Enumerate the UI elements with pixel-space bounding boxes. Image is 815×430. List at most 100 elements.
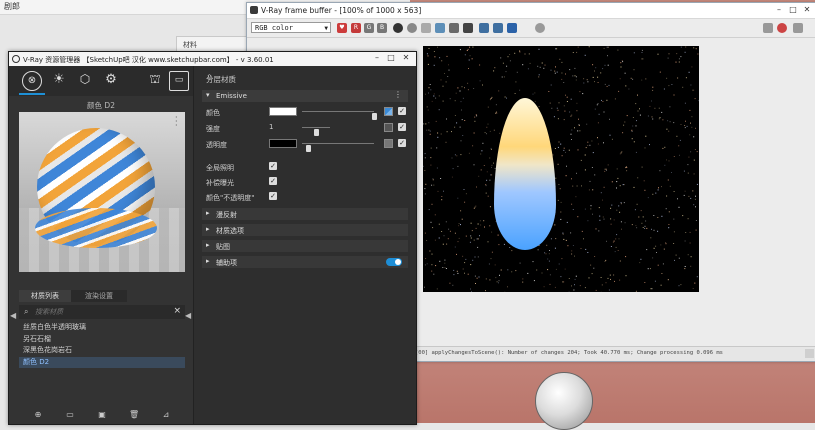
channel-select[interactable]: RGB color ▼ (251, 22, 331, 33)
list-item[interactable]: 丝质白色半透明玻璃 (19, 322, 185, 334)
log-scroll-button[interactable] (805, 349, 814, 358)
create-asset-icon[interactable]: ⛫ (145, 71, 165, 91)
noise-speck (510, 60, 511, 61)
noise-speck (600, 72, 601, 73)
color-swatch[interactable] (269, 107, 297, 116)
track-mouse-icon[interactable] (449, 23, 459, 33)
save-icon[interactable]: ▣ (97, 410, 107, 420)
noise-speck (469, 47, 470, 48)
delete-icon[interactable]: 🗑 (129, 410, 139, 420)
expand-triangle-icon: ▸ (206, 241, 210, 249)
tab-render-settings[interactable]: 渲染设置 (71, 290, 127, 302)
history-icon[interactable] (507, 23, 517, 33)
color-slider[interactable] (302, 111, 374, 112)
compensate-checkbox[interactable]: ✓ (269, 177, 277, 185)
red-channel-button[interactable]: R (351, 23, 361, 33)
close-button[interactable]: ✕ (400, 53, 412, 63)
noise-speck (428, 64, 429, 65)
lights-category-icon[interactable]: ☀ (49, 71, 69, 91)
blue-channel-button[interactable]: B (377, 23, 387, 33)
green-channel-button[interactable]: G (364, 23, 374, 33)
noise-speck (472, 47, 473, 48)
opacity-enable-checkbox[interactable]: ✓ (398, 139, 406, 147)
asset-editor-titlebar[interactable]: V-Ray 资源管理器 【SketchUp吧 汉化 www.sketchupba… (9, 52, 416, 67)
intensity-slider[interactable] (302, 127, 330, 128)
noise-speck (475, 283, 476, 284)
heart-icon[interactable]: ♥ (337, 23, 347, 33)
preview-options-icon[interactable]: ··· (175, 116, 179, 128)
stop-render-icon[interactable] (777, 23, 787, 33)
noise-speck (573, 209, 574, 210)
list-item-selected[interactable]: 颜色 D2 (19, 357, 185, 369)
render-image[interactable] (423, 46, 699, 292)
noise-speck (660, 72, 661, 73)
color-slider-knob[interactable] (372, 113, 377, 120)
search-input[interactable] (35, 306, 165, 317)
material-preview[interactable]: ··· (19, 112, 185, 272)
noise-speck (430, 131, 431, 132)
noise-speck (658, 187, 659, 188)
color-map-button[interactable] (384, 107, 393, 116)
clear-icon[interactable] (421, 23, 431, 33)
clear-search-icon[interactable]: × (173, 306, 181, 316)
add-material-icon[interactable]: ⊕ (33, 410, 43, 420)
list-item[interactable]: 另石石榴 (19, 334, 185, 346)
color-enable-checkbox[interactable]: ✓ (398, 107, 406, 115)
lens-effects-icon[interactable] (535, 23, 545, 33)
maximize-button[interactable]: □ (385, 53, 397, 63)
opacity-slider[interactable] (302, 143, 374, 144)
settings-category-icon[interactable]: ⚙ (101, 71, 121, 91)
region-render-icon[interactable] (463, 23, 473, 33)
noise-speck (599, 114, 600, 115)
noise-speck (576, 110, 577, 111)
intensity-map-button[interactable] (384, 123, 393, 132)
list-item[interactable]: 深黑色花岗岩石 (19, 345, 185, 357)
grid-icon[interactable] (493, 23, 503, 33)
minimize-button[interactable]: – (773, 5, 785, 15)
camera-icon[interactable] (435, 23, 445, 33)
noise-speck (536, 270, 537, 271)
noise-speck (441, 134, 442, 135)
opacity-swatch[interactable] (269, 139, 297, 148)
intensity-enable-checkbox[interactable]: ✓ (398, 123, 406, 131)
close-button[interactable]: ✕ (801, 5, 813, 15)
direct-checkbox[interactable]: ✓ (269, 192, 277, 200)
noise-speck (695, 98, 696, 99)
tab-material-list[interactable]: 材质列表 (19, 290, 71, 302)
render-output-icon[interactable]: ▭ (169, 71, 189, 91)
maximize-button[interactable]: □ (787, 5, 799, 15)
geometry-category-icon[interactable]: ⬡ (75, 71, 95, 91)
open-folder-icon[interactable]: ▭ (65, 410, 75, 420)
collapse-right-icon[interactable]: ◀ (185, 311, 191, 320)
preview-material-name: 颜色 D2 (9, 100, 193, 110)
noise-speck (426, 130, 427, 131)
opacity-slider-knob[interactable] (306, 145, 311, 152)
helpers-toggle[interactable] (386, 258, 402, 266)
intensity-value[interactable]: 1 (269, 123, 273, 131)
diffuse-section[interactable]: ▸ 漫反射 (202, 208, 408, 220)
maps-section[interactable]: ▸ 贴图 (202, 240, 408, 252)
materials-category-icon[interactable]: ⊗ (22, 71, 42, 91)
intensity-slider-knob[interactable] (314, 129, 319, 136)
save-icon[interactable] (407, 23, 417, 33)
noise-speck (594, 71, 595, 72)
noise-speck (697, 151, 698, 152)
options-section[interactable]: ▸ 材质选项 (202, 224, 408, 236)
gi-checkbox[interactable]: ✓ (269, 162, 277, 170)
collapse-left-icon[interactable]: ◀ (10, 311, 16, 320)
section-options-icon[interactable]: ⋮ (394, 90, 402, 99)
export-icon[interactable]: ⇪ (206, 73, 408, 82)
minimize-button[interactable]: – (371, 53, 383, 63)
pin-icon[interactable] (793, 23, 803, 33)
emissive-section-header[interactable]: ▾ Emissive ⋮ (202, 90, 408, 102)
link-icon[interactable] (479, 23, 489, 33)
noise-speck (679, 285, 680, 286)
frame-buffer-titlebar[interactable]: V-Ray frame buffer - [100% of 1000 x 563… (247, 3, 815, 19)
render-icon[interactable] (763, 23, 773, 33)
noise-speck (598, 103, 599, 104)
opacity-map-button[interactable] (384, 139, 393, 148)
noise-speck (486, 133, 487, 134)
purge-icon[interactable]: ⊿ (161, 410, 171, 420)
mono-icon[interactable] (393, 23, 403, 33)
helpers-section[interactable]: ▸ 辅助项 (202, 256, 408, 268)
